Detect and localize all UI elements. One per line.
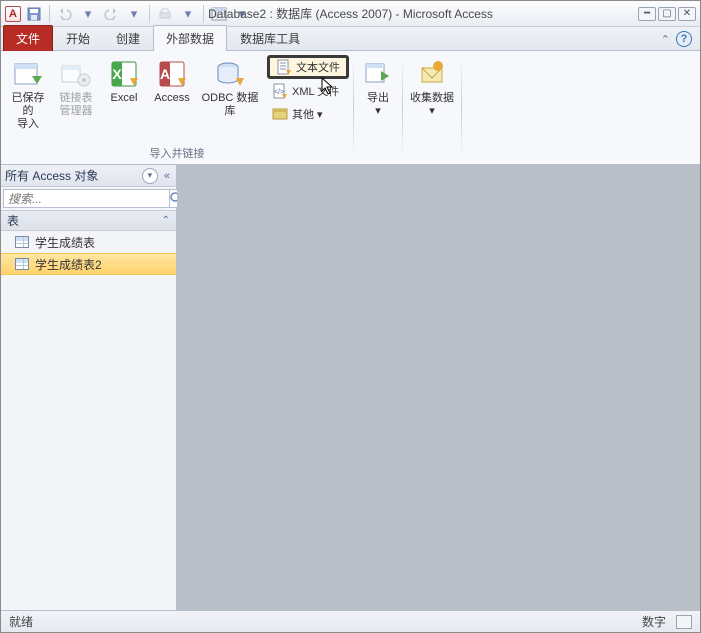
excel-label: Excel xyxy=(111,92,138,105)
nav-collapse-icon[interactable]: « xyxy=(162,170,172,182)
export-label: 导出▾ xyxy=(367,92,389,118)
nav-item-table[interactable]: 学生成绩表 xyxy=(1,231,176,253)
close-button[interactable]: ✕ xyxy=(678,7,696,21)
excel-icon: X xyxy=(108,58,140,90)
nav-item-label: 学生成绩表2 xyxy=(35,256,102,273)
xml-label: XML 文件 xyxy=(292,83,339,99)
app-icon[interactable]: A xyxy=(5,6,21,22)
qat-undo-icon[interactable] xyxy=(55,4,75,24)
qat-table-dropdown-icon[interactable]: ▾ xyxy=(232,4,252,24)
text-file-label: 文本文件 xyxy=(296,59,340,75)
import-access-button[interactable]: A Access xyxy=(149,55,195,108)
qat-save-icon[interactable] xyxy=(24,4,44,24)
export-button[interactable]: 导出▾ xyxy=(358,55,398,121)
ribbon-separator xyxy=(461,57,462,158)
tab-home[interactable]: 开始 xyxy=(53,25,103,51)
status-left: 就绪 xyxy=(9,613,33,630)
status-right: 数字 xyxy=(642,613,666,630)
link-manager-button[interactable]: 链接表 管理器 xyxy=(53,55,99,121)
nav-category-collapse-icon[interactable]: ⌃ xyxy=(162,215,170,226)
table-icon xyxy=(15,236,29,248)
odbc-icon xyxy=(214,58,246,90)
collect-data-icon xyxy=(416,58,448,90)
title-bar: A ▾ ▾ ▾ ▾ Database2 : 数据库 (Acce xyxy=(1,1,700,27)
collect-data-button[interactable]: 收集数据▾ xyxy=(407,55,457,121)
link-manager-label: 链接表 管理器 xyxy=(60,92,93,118)
collect-data-label: 收集数据▾ xyxy=(410,92,454,118)
link-manager-icon xyxy=(60,58,92,90)
tab-database-tools[interactable]: 数据库工具 xyxy=(227,25,313,51)
nav-header[interactable]: 所有 Access 对象 ▾ « xyxy=(1,165,176,187)
ribbon-minimize-icon[interactable]: ⌃ xyxy=(661,33,670,46)
tab-external-data[interactable]: 外部数据 xyxy=(153,25,227,51)
svg-text:X: X xyxy=(112,66,122,82)
group-collect-label xyxy=(407,147,457,164)
qat-undo-dropdown-icon[interactable]: ▾ xyxy=(78,4,98,24)
maximize-button[interactable]: ▢ xyxy=(658,7,676,21)
nav-search-row xyxy=(1,187,176,211)
text-file-icon xyxy=(276,59,292,75)
nav-item-label: 学生成绩表 xyxy=(35,234,95,251)
odbc-label: ODBC 数据库 xyxy=(199,92,261,118)
help-icon[interactable]: ? xyxy=(676,31,692,47)
qat-redo-icon[interactable] xyxy=(101,4,121,24)
workspace xyxy=(177,165,700,610)
saved-imports-button[interactable]: 已保存的 导入 xyxy=(5,55,51,134)
quick-access-toolbar: A ▾ ▾ ▾ ▾ xyxy=(1,4,252,24)
view-switch-icon[interactable] xyxy=(676,615,692,629)
ribbon-panel: 已保存的 导入 链接表 管理器 X Excel A xyxy=(1,51,700,165)
export-icon xyxy=(362,58,394,90)
app-window: A ▾ ▾ ▾ ▾ Database2 : 数据库 (Acce xyxy=(0,0,701,633)
nav-item-table[interactable]: 学生成绩表2 xyxy=(1,253,176,275)
ribbon-tabs: 文件 开始 创建 外部数据 数据库工具 ⌃ ? xyxy=(1,27,700,51)
more-icon xyxy=(272,106,288,122)
qat-separator xyxy=(49,5,50,23)
svg-text:A: A xyxy=(160,66,170,82)
access-icon: A xyxy=(156,58,188,90)
group-import-link-label: 导入并链接 xyxy=(5,143,349,164)
status-bar: 就绪 数字 xyxy=(1,610,700,632)
qat-separator xyxy=(149,5,150,23)
nav-search-input[interactable] xyxy=(3,189,170,208)
more-label: 其他 ▾ xyxy=(292,106,323,122)
nav-category-label: 表 xyxy=(7,212,19,229)
main-area: 所有 Access 对象 ▾ « 表 ⌃ 学生成绩表 学生成绩表2 xyxy=(1,165,700,610)
saved-imports-label: 已保存的 导入 xyxy=(7,92,49,131)
qat-customize-icon[interactable]: ▾ xyxy=(178,4,198,24)
saved-imports-icon xyxy=(12,58,44,90)
navigation-pane: 所有 Access 对象 ▾ « 表 ⌃ 学生成绩表 学生成绩表2 xyxy=(1,165,177,610)
import-text-file-button[interactable]: 文本文件 xyxy=(267,55,349,79)
import-odbc-button[interactable]: ODBC 数据库 xyxy=(197,55,263,121)
table-icon xyxy=(15,258,29,270)
import-more-button[interactable]: 其他 ▾ xyxy=(267,103,349,125)
import-excel-button[interactable]: X Excel xyxy=(101,55,147,108)
nav-category-tables[interactable]: 表 ⌃ xyxy=(1,211,176,231)
nav-dropdown-icon[interactable]: ▾ xyxy=(142,168,158,184)
nav-header-title: 所有 Access 对象 xyxy=(5,167,138,184)
xml-icon: </> xyxy=(272,83,288,99)
qat-separator xyxy=(203,5,204,23)
tab-create[interactable]: 创建 xyxy=(103,25,153,51)
minimize-button[interactable]: ━ xyxy=(638,7,656,21)
import-xml-button[interactable]: </> XML 文件 xyxy=(267,80,349,102)
tab-file[interactable]: 文件 xyxy=(3,25,53,51)
qat-table-icon[interactable] xyxy=(209,4,229,24)
window-controls: ━ ▢ ✕ xyxy=(638,7,700,21)
access-label: Access xyxy=(154,92,189,105)
qat-redo-dropdown-icon[interactable]: ▾ xyxy=(124,4,144,24)
group-export-label xyxy=(358,147,398,164)
qat-print-icon[interactable] xyxy=(155,4,175,24)
